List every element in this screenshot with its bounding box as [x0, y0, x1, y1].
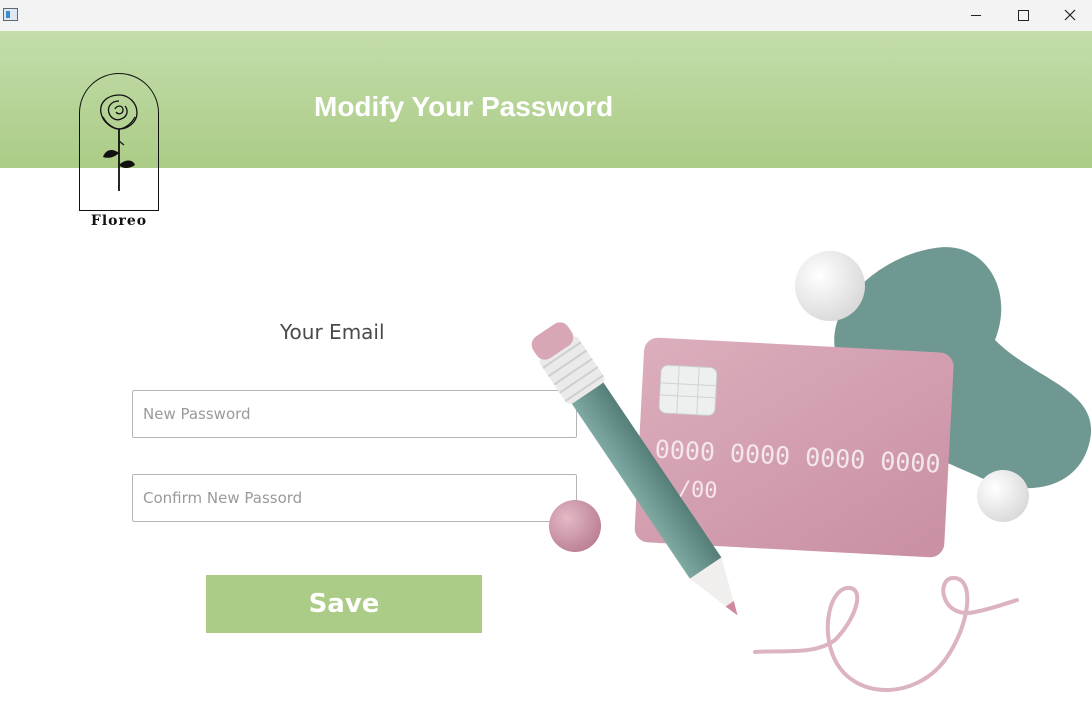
- white-sphere-small: [977, 470, 1029, 522]
- new-password-input[interactable]: [132, 390, 577, 438]
- squiggle-line: [753, 576, 1019, 692]
- minimize-button[interactable]: [953, 0, 999, 31]
- page-title: Modify Your Password: [314, 91, 614, 122]
- close-button[interactable]: [1046, 0, 1092, 31]
- confirm-password-input[interactable]: [132, 474, 577, 522]
- floreo-logo: Floreo: [79, 73, 159, 233]
- card-expiry: /00: [677, 477, 718, 504]
- app-icon: [3, 8, 18, 21]
- close-icon: [1064, 9, 1076, 21]
- email-label: Your Email: [280, 320, 385, 344]
- maximize-button[interactable]: [1000, 0, 1046, 31]
- window-titlebar: [0, 0, 1092, 31]
- white-sphere: [795, 251, 865, 321]
- card-chip: [658, 364, 718, 416]
- rose-icon: [100, 94, 138, 191]
- save-button[interactable]: Save: [206, 575, 482, 633]
- logo-text: Floreo: [90, 213, 148, 229]
- credit-card-illustration: 0000 0000 0000 0000 /00: [531, 247, 1092, 692]
- pink-sphere: [549, 500, 601, 552]
